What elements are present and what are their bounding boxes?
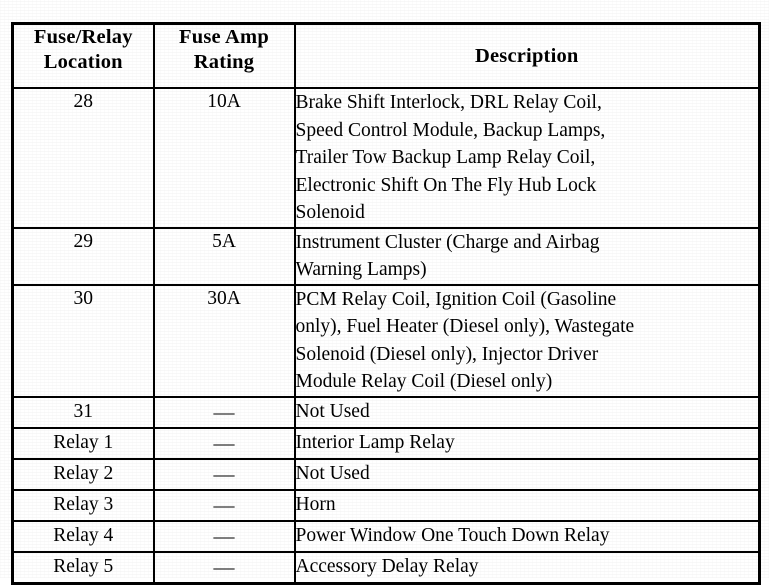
description-line: Speed Control Module, Backup Lamps, bbox=[295, 119, 606, 141]
description-line: Not Used bbox=[295, 400, 370, 422]
table-header-row: Fuse/Relay Location Fuse Amp Rating Desc… bbox=[11, 22, 761, 89]
column-header-amp-rating: Fuse Amp Rating bbox=[152, 22, 296, 89]
column-header-amp-rating-line-1: Fuse Amp bbox=[179, 26, 269, 48]
description-line: Power Window One Touch Down Relay bbox=[295, 524, 610, 546]
description-line: Module Relay Coil (Diesel only) bbox=[295, 371, 553, 392]
description-line: Horn bbox=[295, 493, 336, 515]
cell-location: Relay 4 bbox=[11, 519, 155, 553]
cell-location: Relay 3 bbox=[11, 488, 155, 522]
table-row: 30 30A PCM Relay Coil, Ignition Coil (Gaso… bbox=[11, 283, 761, 398]
cell-location: 30 bbox=[11, 283, 155, 398]
cell-description: Instrument Cluster (Charge and Airbag War… bbox=[293, 226, 761, 286]
table-body: 28 10A Brake Shift Interlock, DRL Relay Co… bbox=[11, 87, 761, 584]
cell-amp-rating: 30A bbox=[152, 283, 296, 398]
cell-description: Interior Lamp Relay bbox=[293, 426, 761, 460]
description-line: Instrument Cluster (Charge and Airbag bbox=[295, 231, 600, 253]
table-row: Relay 3— Horn bbox=[11, 488, 761, 522]
column-header-location: Fuse/Relay Location bbox=[11, 22, 155, 89]
cell-amp-rating: 10A bbox=[152, 87, 296, 229]
cell-description: PCM Relay Coil, Ignition Coil (Gasoline o… bbox=[293, 283, 761, 398]
cell-description: Accessory Delay Relay bbox=[293, 550, 761, 584]
cell-description: Horn bbox=[293, 488, 761, 522]
fuse-relay-table-container: Fuse/Relay Location Fuse Amp Rating Desc… bbox=[11, 22, 761, 585]
table-row: 29 5A Instrument Cluster (Charge and Airba… bbox=[11, 226, 761, 286]
description-line: Trailer Tow Backup Lamp Relay Coil, bbox=[295, 147, 596, 168]
cell-description: Not Used bbox=[293, 457, 761, 491]
cell-amp-rating: — bbox=[152, 519, 296, 553]
column-header-description: Description bbox=[293, 22, 761, 89]
description-line: Solenoid bbox=[295, 202, 365, 223]
cell-location: Relay 1 bbox=[11, 426, 155, 460]
cell-amp-rating: — bbox=[152, 395, 296, 429]
description-line: Electronic Shift On The Fly Hub Lock bbox=[295, 174, 597, 196]
cell-location: Relay 2 bbox=[11, 457, 155, 491]
cell-description: Power Window One Touch Down Relay bbox=[293, 519, 761, 553]
cell-amp-rating: — bbox=[152, 457, 296, 491]
description-line: Accessory Delay Relay bbox=[295, 555, 479, 577]
cell-amp-rating: — bbox=[152, 488, 296, 522]
description-line: Not Used bbox=[295, 462, 370, 484]
description-line: only), Fuel Heater (Diesel only), Wasteg… bbox=[295, 316, 635, 337]
table-row: Relay 1— Interior Lamp Relay bbox=[11, 426, 761, 460]
table-row: Relay 2— Not Used bbox=[11, 457, 761, 491]
column-header-description-line-1: Description bbox=[474, 44, 579, 67]
table-row: Relay 4— Power Window One Touch Down Rela… bbox=[11, 519, 761, 553]
column-header-amp-rating-line-2: Rating bbox=[193, 51, 255, 73]
cell-amp-rating: — bbox=[152, 550, 296, 584]
column-header-location-line-2: Location bbox=[43, 51, 123, 73]
table-row: Relay 5— Accessory Delay Relay bbox=[11, 550, 761, 584]
cell-amp-rating: 5A bbox=[152, 226, 296, 286]
table-header: Fuse/Relay Location Fuse Amp Rating Desc… bbox=[11, 22, 761, 89]
cell-location: 28 bbox=[11, 87, 155, 229]
description-line: Warning Lamps) bbox=[295, 259, 427, 280]
cell-description: Brake Shift Interlock, DRL Relay Coil, Sp… bbox=[293, 87, 761, 229]
cell-amp-rating: — bbox=[152, 426, 296, 460]
cell-description: Not Used bbox=[293, 395, 761, 429]
table-row: 31— Not Used bbox=[11, 395, 761, 429]
cell-location: 29 bbox=[11, 226, 155, 286]
description-line: PCM Relay Coil, Ignition Coil (Gasoline bbox=[295, 288, 617, 310]
table-row: 28 10A Brake Shift Interlock, DRL Relay Co… bbox=[11, 87, 761, 229]
fuse-relay-table: Fuse/Relay Location Fuse Amp Rating Desc… bbox=[11, 22, 761, 585]
description-line: Solenoid (Diesel only), Injector Driver bbox=[295, 343, 599, 365]
cell-location: 31 bbox=[11, 395, 155, 429]
description-line: Interior Lamp Relay bbox=[295, 431, 455, 453]
description-line: Brake Shift Interlock, DRL Relay Coil, bbox=[295, 92, 602, 113]
column-header-location-line-1: Fuse/Relay bbox=[33, 26, 133, 48]
cell-location: Relay 5 bbox=[11, 550, 155, 584]
